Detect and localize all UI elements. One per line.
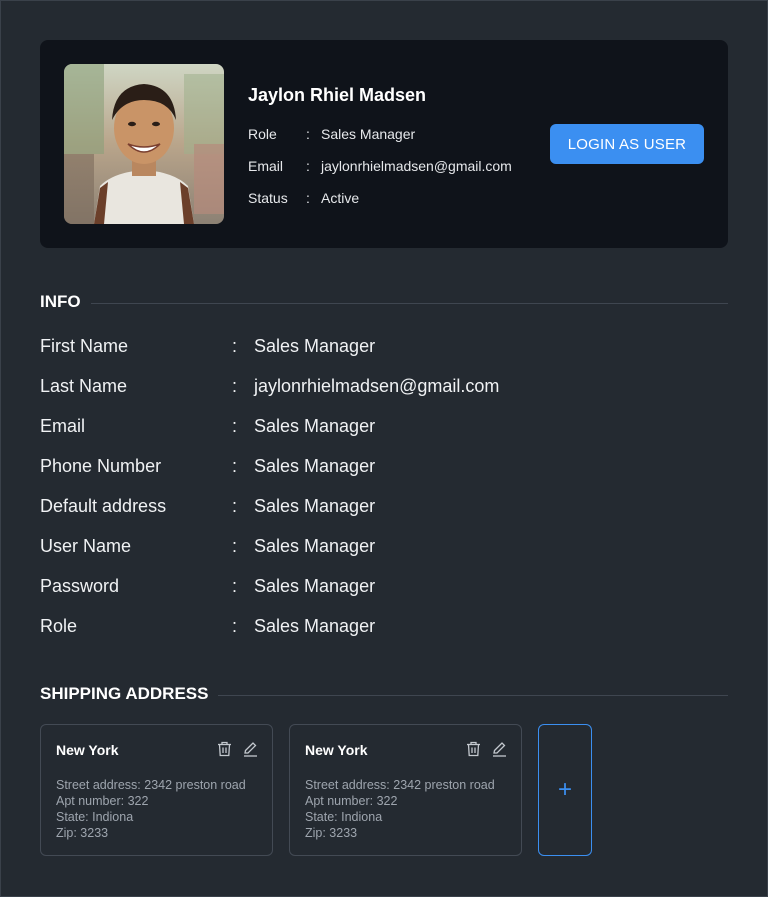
info-row-role: Role : Sales Manager <box>40 616 728 640</box>
address-apt: Apt number: 322 <box>305 794 398 808</box>
address-details: Street address: 2342 preston road Apt nu… <box>56 777 246 841</box>
profile-status-value: Active <box>321 190 360 206</box>
login-as-user-button[interactable]: LOGIN AS USER <box>550 124 704 164</box>
info-label: User Name <box>40 536 132 556</box>
address-state: State: Indiona <box>305 810 383 824</box>
separator: : <box>306 190 310 206</box>
separator: : <box>232 376 238 396</box>
info-value: Sales Manager <box>254 496 376 516</box>
separator: : <box>232 616 238 636</box>
add-address-button[interactable]: + <box>538 724 592 856</box>
profile-card: Jaylon Rhiel Madsen Role : Sales Manager… <box>40 40 728 248</box>
separator: : <box>306 126 310 142</box>
separator: : <box>232 456 238 476</box>
separator: : <box>232 536 238 556</box>
info-row-default-address: Default address : Sales Manager <box>40 496 728 520</box>
shipping-section-header: SHIPPING ADDRESS <box>40 684 728 706</box>
plus-icon: + <box>557 776 572 803</box>
info-label: Password <box>40 576 120 596</box>
info-value: Sales Manager <box>254 336 376 356</box>
info-label: Default address <box>40 496 167 516</box>
info-row-password: Password : Sales Manager <box>40 576 728 600</box>
edit-icon[interactable] <box>242 740 258 758</box>
trash-icon[interactable] <box>465 740 481 758</box>
shipping-title: SHIPPING ADDRESS <box>40 684 219 704</box>
address-city: New York <box>56 742 119 758</box>
info-label: First Name <box>40 336 129 356</box>
address-city: New York <box>305 742 368 758</box>
divider <box>40 303 728 304</box>
separator: : <box>232 576 238 596</box>
separator: : <box>232 496 238 516</box>
info-section-header: INFO <box>40 292 728 314</box>
info-row-last-name: Last Name : jaylonrhielmadsen@gmail.com <box>40 376 728 400</box>
separator: : <box>306 158 310 174</box>
profile-email-value: jaylonrhielmadsen@gmail.com <box>321 158 512 174</box>
info-value: Sales Manager <box>254 456 376 476</box>
profile-email-label: Email <box>248 158 284 174</box>
address-state: State: Indiona <box>56 810 134 824</box>
profile-name: Jaylon Rhiel Madsen <box>248 85 427 105</box>
address-card: New York Street address: 2342 preston ro… <box>40 724 273 856</box>
trash-icon[interactable] <box>216 740 232 758</box>
address-zip: Zip: 3233 <box>56 826 109 840</box>
separator: : <box>232 336 238 356</box>
info-label: Role <box>40 616 78 636</box>
info-value: Sales Manager <box>254 536 376 556</box>
info-value: Sales Manager <box>254 616 376 636</box>
info-label: Last Name <box>40 376 128 396</box>
info-row-first-name: First Name : Sales Manager <box>40 336 728 360</box>
info-value: Sales Manager <box>254 416 376 436</box>
address-details: Street address: 2342 preston road Apt nu… <box>305 777 495 841</box>
info-value: jaylonrhielmadsen@gmail.com <box>254 376 500 396</box>
profile-status-label: Status <box>248 190 288 206</box>
info-label: Phone Number <box>40 456 162 476</box>
edit-icon[interactable] <box>491 740 507 758</box>
info-row-user-name: User Name : Sales Manager <box>40 536 728 560</box>
address-card: New York Street address: 2342 preston ro… <box>289 724 522 856</box>
address-street: Street address: 2342 preston road <box>305 778 495 792</box>
info-row-email: Email : Sales Manager <box>40 416 728 440</box>
separator: : <box>232 416 238 436</box>
info-title: INFO <box>40 292 91 312</box>
info-value: Sales Manager <box>254 576 376 596</box>
profile-role-value: Sales Manager <box>321 126 416 142</box>
address-apt: Apt number: 322 <box>56 794 149 808</box>
info-label: Email <box>40 416 86 436</box>
info-row-phone-number: Phone Number : Sales Manager <box>40 456 728 480</box>
profile-role-label: Role <box>248 126 277 142</box>
address-zip: Zip: 3233 <box>305 826 358 840</box>
avatar <box>64 64 224 224</box>
address-street: Street address: 2342 preston road <box>56 778 246 792</box>
